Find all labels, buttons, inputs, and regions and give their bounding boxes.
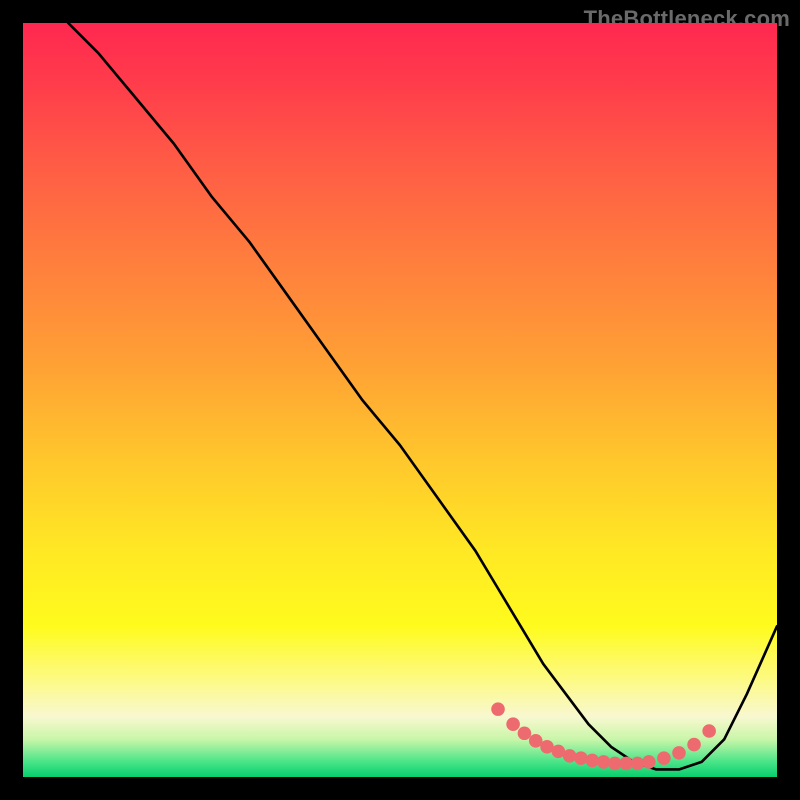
nadir-marker [574,751,588,765]
nadir-markers-group [491,702,716,770]
nadir-marker [702,724,716,738]
nadir-marker [642,755,656,769]
nadir-marker [491,702,505,716]
nadir-marker [687,738,701,752]
plot-area [23,23,777,777]
nadir-marker [518,726,532,740]
chart-frame: TheBottleneck.com [0,0,800,800]
nadir-marker [672,746,686,760]
nadir-marker [563,749,577,763]
bottleneck-curve-line [68,23,777,769]
nadir-marker [506,717,520,731]
chart-svg [23,23,777,777]
nadir-marker [657,751,671,765]
